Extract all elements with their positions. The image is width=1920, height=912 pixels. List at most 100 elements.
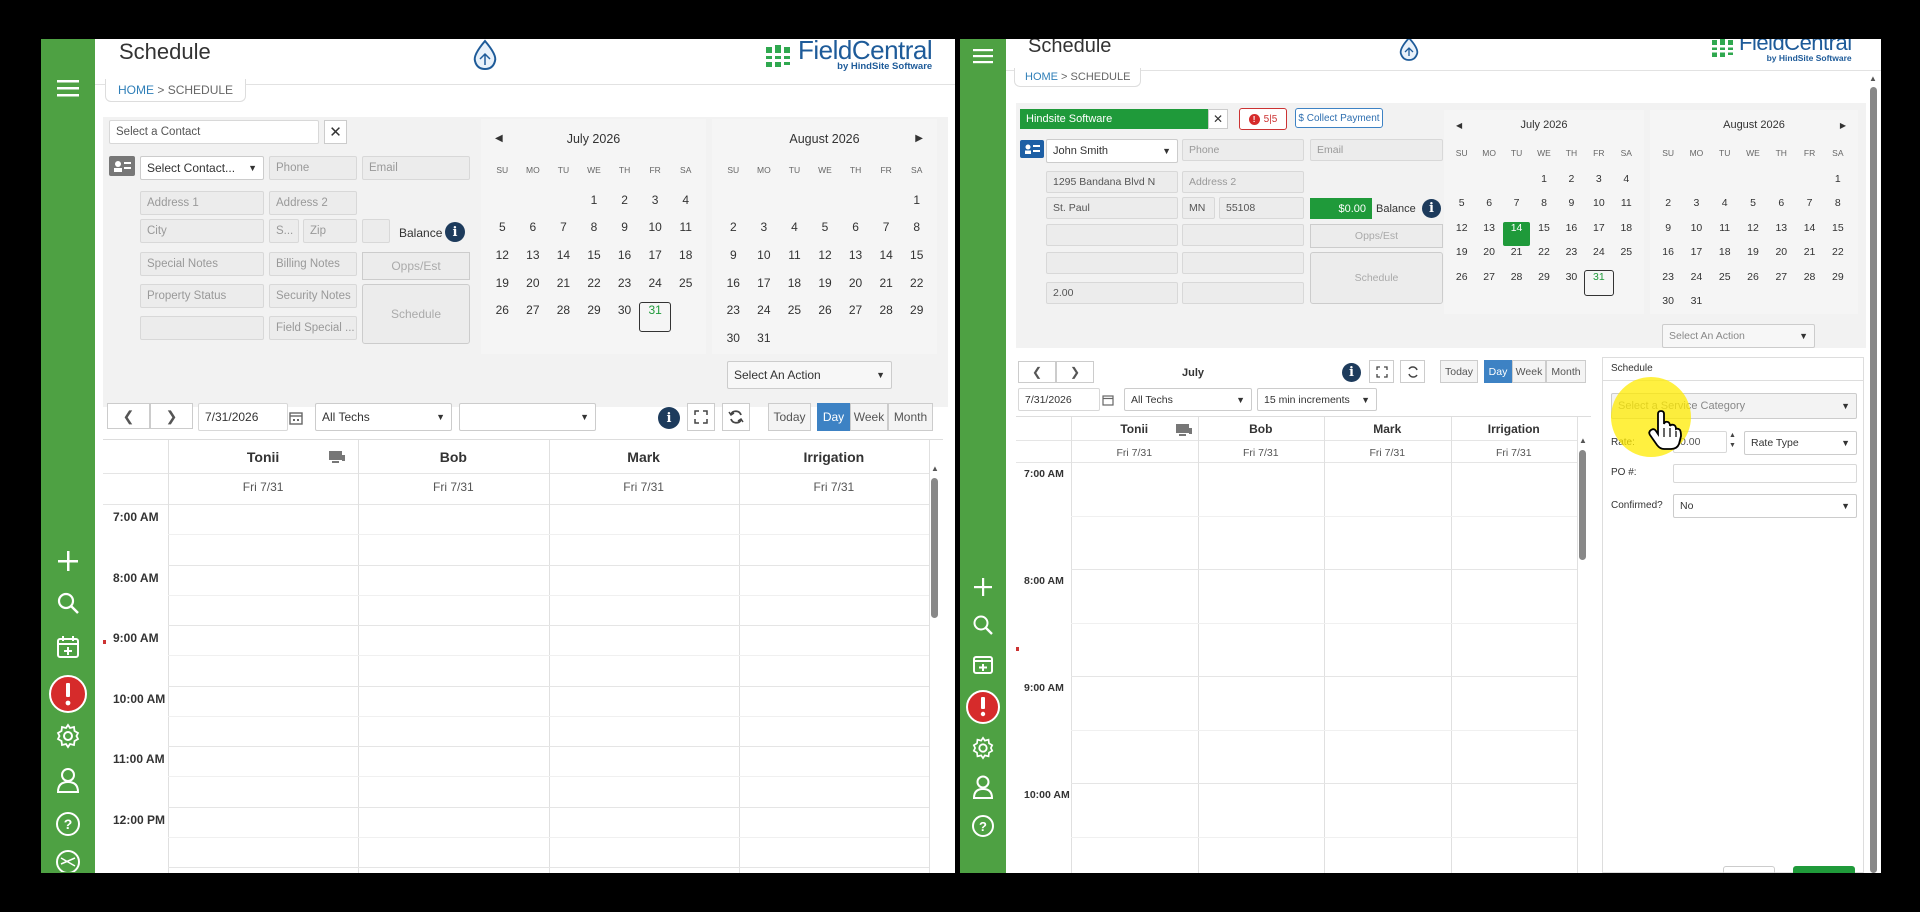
save-button[interactable] xyxy=(1793,866,1855,873)
po-input[interactable] xyxy=(1673,464,1857,483)
add-icon[interactable] xyxy=(41,546,95,576)
calendar-day[interactable]: 28 xyxy=(548,303,579,331)
calendar-day[interactable]: 10 xyxy=(1682,222,1710,247)
info-icon[interactable]: i xyxy=(1342,363,1361,382)
calendar-day[interactable]: 1 xyxy=(1824,173,1852,198)
zip-field[interactable]: Zip xyxy=(303,219,357,243)
calendar-day[interactable]: 20 xyxy=(1475,246,1502,271)
calendar-day[interactable]: 17 xyxy=(1585,222,1612,247)
calendar-day[interactable]: 12 xyxy=(1739,222,1767,247)
gear-icon[interactable] xyxy=(960,733,1006,763)
calendar-day[interactable]: 18 xyxy=(1613,222,1640,247)
calendar-day[interactable]: 13 xyxy=(1475,222,1502,247)
calendar-day[interactable]: 27 xyxy=(1475,271,1502,296)
notes-field-5[interactable] xyxy=(1182,282,1304,304)
tab-schedule[interactable]: Schedule xyxy=(1611,363,1653,374)
email-field[interactable]: Email xyxy=(362,156,470,180)
calendar-day[interactable]: 20 xyxy=(518,276,549,304)
calendar-day[interactable]: 7 xyxy=(1795,197,1823,222)
add-icon[interactable] xyxy=(960,572,1006,602)
contact-search-input[interactable]: Select a Contact xyxy=(109,120,319,144)
calendar-day[interactable]: 18 xyxy=(1711,246,1739,271)
calendar-day[interactable]: 15 xyxy=(901,248,932,276)
calendar-day[interactable]: 6 xyxy=(1475,197,1502,222)
calendar-day[interactable]: 4 xyxy=(779,220,810,248)
calendar-day[interactable]: 1 xyxy=(1530,173,1557,198)
menu-icon[interactable] xyxy=(960,41,1006,71)
calendar-day[interactable]: 31 xyxy=(638,302,672,333)
calendar-day[interactable]: 3 xyxy=(640,193,671,221)
cancel-button[interactable] xyxy=(1723,866,1775,873)
calendar-day[interactable]: 13 xyxy=(518,248,549,276)
special-notes-field[interactable]: Special Notes xyxy=(140,252,264,276)
search-icon[interactable] xyxy=(960,610,1006,640)
confirmed-select[interactable]: No ▼ xyxy=(1673,494,1857,518)
calendar-day[interactable]: 25 xyxy=(670,276,701,304)
calendar-day[interactable]: 6 xyxy=(518,220,549,248)
value-field[interactable]: 2.00 xyxy=(1046,282,1178,304)
contact-select[interactable]: John Smith ▼ xyxy=(1046,139,1178,163)
calendar-day[interactable]: 26 xyxy=(1739,271,1767,296)
calendar-add-icon[interactable] xyxy=(960,649,1006,679)
calendar-day[interactable]: 22 xyxy=(579,276,610,304)
state-field[interactable]: MN xyxy=(1182,197,1215,219)
calendar-day[interactable]: 3 xyxy=(1585,173,1612,198)
calendar-day[interactable]: 23 xyxy=(609,276,640,304)
techs-select[interactable]: All Techs ▼ xyxy=(315,403,452,431)
techs-select[interactable]: All Techs ▼ xyxy=(1124,388,1252,411)
calendar-day[interactable]: 15 xyxy=(579,248,610,276)
week-view-button[interactable]: Week xyxy=(850,403,888,431)
calendar-day[interactable]: 25 xyxy=(1613,246,1640,271)
refresh-button[interactable] xyxy=(722,403,750,431)
calendar-day[interactable]: 23 xyxy=(718,303,749,331)
calendar-day[interactable]: 2 xyxy=(1654,197,1682,222)
city-field[interactable]: St. Paul xyxy=(1046,197,1178,219)
schedule-scrollbar[interactable] xyxy=(931,478,938,618)
balance-info-icon[interactable]: i xyxy=(445,222,465,242)
day-view-button[interactable]: Day xyxy=(817,403,850,431)
calendar-day[interactable]: 10 xyxy=(749,248,780,276)
search-icon[interactable] xyxy=(41,588,95,618)
calendar-day[interactable]: 19 xyxy=(1739,246,1767,271)
fullscreen-button[interactable] xyxy=(1369,360,1394,383)
calendar-day[interactable]: 30 xyxy=(609,303,640,331)
calendar-day[interactable]: 19 xyxy=(1448,246,1475,271)
action-select[interactable]: Select An Action ▼ xyxy=(727,361,892,389)
calendar-day[interactable]: 23 xyxy=(1558,246,1585,271)
calendar-day[interactable]: 26 xyxy=(487,303,518,331)
calendar-day[interactable]: 29 xyxy=(1824,271,1852,296)
calendar-day[interactable]: 11 xyxy=(1613,197,1640,222)
calendar-day[interactable]: 9 xyxy=(1558,197,1585,222)
calendar-day[interactable]: 22 xyxy=(1530,246,1557,271)
calendar-day[interactable]: 1 xyxy=(579,193,610,221)
month-view-button[interactable]: Month xyxy=(888,403,933,431)
calendar-day[interactable]: 9 xyxy=(718,248,749,276)
prev-day-button[interactable]: ❮ xyxy=(107,403,150,429)
day-view-button[interactable]: Day xyxy=(1484,360,1512,383)
opps-est-button[interactable]: Opps/Est xyxy=(1310,224,1443,248)
calendar-day[interactable]: 18 xyxy=(779,276,810,304)
calendar-day[interactable]: 29 xyxy=(579,303,610,331)
calendar-day[interactable]: 24 xyxy=(1682,271,1710,296)
calendar-day[interactable]: 8 xyxy=(1530,197,1557,222)
calendar-day[interactable]: 14 xyxy=(1795,222,1823,247)
calendar-day[interactable]: 28 xyxy=(871,303,902,331)
balance-info-icon[interactable]: i xyxy=(1422,199,1441,218)
calendar-day[interactable]: 30 xyxy=(1558,271,1585,296)
calendar-day[interactable]: 29 xyxy=(901,303,932,331)
calendar-day[interactable]: 20 xyxy=(840,276,871,304)
help-icon[interactable]: ? xyxy=(960,811,1006,841)
email-field[interactable]: Email xyxy=(1310,139,1443,161)
calendar-day[interactable]: 7 xyxy=(1503,197,1530,222)
calendar-day[interactable]: 17 xyxy=(1682,246,1710,271)
calendar-day[interactable]: 21 xyxy=(548,276,579,304)
address1-field[interactable]: Address 1 xyxy=(140,191,264,215)
gear-icon[interactable] xyxy=(41,721,95,751)
calendar-day[interactable]: 31 xyxy=(1584,269,1614,296)
calendar-day[interactable]: 4 xyxy=(670,193,701,221)
monitor-icon[interactable] xyxy=(328,450,346,469)
address2-field[interactable]: Address 2 xyxy=(1182,171,1304,193)
user-icon[interactable] xyxy=(960,772,1006,802)
notes-field-3[interactable] xyxy=(1046,252,1178,274)
calendar-day[interactable]: 14 xyxy=(548,248,579,276)
